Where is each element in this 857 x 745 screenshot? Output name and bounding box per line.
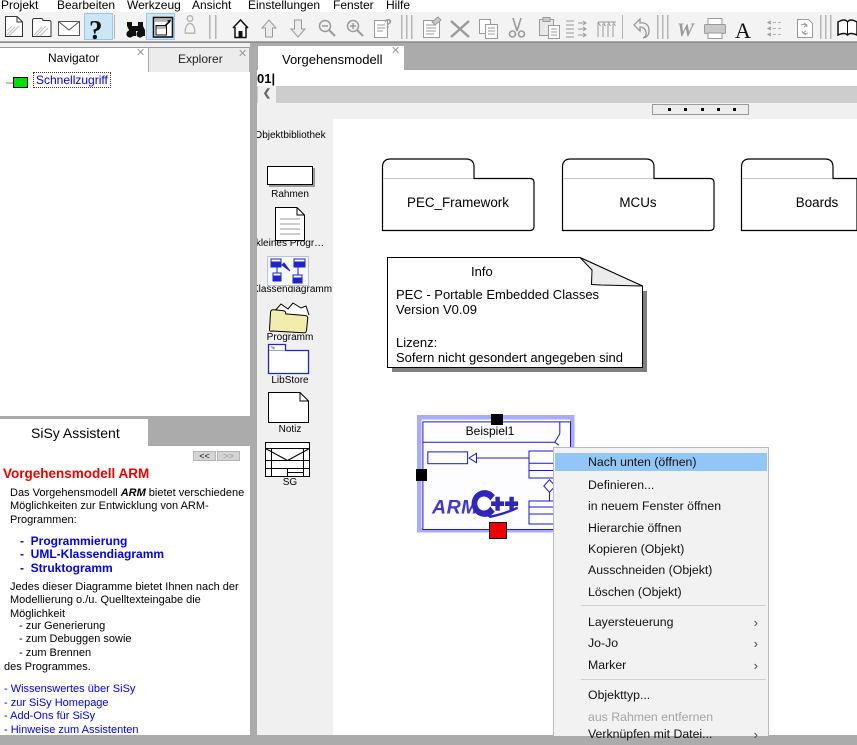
svg-text:?: ? — [384, 16, 392, 31]
svg-text:ARM: ARM — [431, 497, 478, 519]
svg-text:?: ? — [89, 15, 103, 45]
svg-text:W: W — [677, 20, 695, 41]
svg-text:A: A — [735, 18, 751, 43]
